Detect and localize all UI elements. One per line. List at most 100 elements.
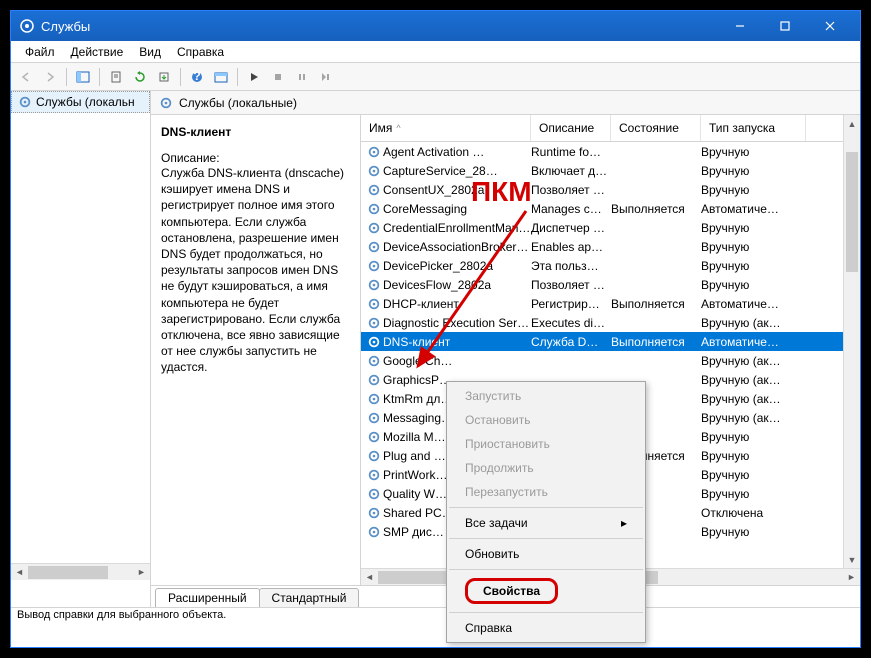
tab-standard[interactable]: Стандартный — [259, 588, 360, 607]
cell-desc: Эта польз… — [531, 259, 611, 273]
cell-state: Выполняется — [611, 335, 701, 349]
cell-start: Вручную (ак… — [701, 392, 806, 406]
menubar: Файл Действие Вид Справка — [11, 41, 860, 63]
cell-start: Вручную (ак… — [701, 316, 806, 330]
cell-desc: Enables ap… — [531, 240, 611, 254]
vertical-scrollbar[interactable]: ▲ ▼ — [843, 115, 860, 568]
col-desc[interactable]: Описание — [531, 115, 611, 141]
tab-extended[interactable]: Расширенный — [155, 588, 260, 607]
ctx-properties[interactable]: Свойства — [447, 573, 645, 609]
gear-icon — [365, 411, 383, 425]
cell-name: DHCP-клиент — [383, 297, 531, 311]
cell-desc: Manages c… — [531, 202, 611, 216]
ctx-help[interactable]: Справка — [447, 616, 645, 640]
menu-file[interactable]: Файл — [17, 43, 63, 61]
explorer-toolbtn[interactable] — [210, 66, 232, 88]
cell-name: Diagnostic Execution Service — [383, 316, 531, 330]
maximize-button[interactable] — [762, 11, 807, 41]
service-row[interactable]: DNS-клиентСлужба D…ВыполняетсяАвтоматиче… — [361, 332, 843, 351]
service-row[interactable]: CoreMessagingManages c…ВыполняетсяАвтома… — [361, 199, 843, 218]
description-text: Служба DNS-клиента (dnscache) кэширует и… — [161, 165, 350, 375]
gear-icon — [365, 354, 383, 368]
gear-icon — [365, 297, 383, 311]
service-row[interactable]: DeviceAssociationBroker_28…Enables ap…Вр… — [361, 237, 843, 256]
left-hscroll[interactable]: ◄► — [11, 563, 150, 580]
minimize-button[interactable] — [717, 11, 762, 41]
gear-icon — [365, 392, 383, 406]
gear-icon — [159, 96, 173, 110]
cell-start: Вручную — [701, 449, 806, 463]
gear-icon — [365, 487, 383, 501]
pause-toolbtn — [291, 66, 313, 88]
service-row[interactable]: DevicePicker_2802aЭта польз…Вручную — [361, 256, 843, 275]
scroll-up-icon[interactable]: ▲ — [844, 115, 860, 132]
panel-title: Службы (локальные) — [179, 96, 297, 110]
help-toolbtn[interactable]: ? — [186, 66, 208, 88]
sort-indicator-icon: ^ — [396, 123, 400, 133]
menu-action[interactable]: Действие — [63, 43, 132, 61]
cell-name: CredentialEnrollmentMana… — [383, 221, 531, 235]
cell-start: Вручную (ак… — [701, 354, 806, 368]
cell-start: Вручную — [701, 164, 806, 178]
menu-help[interactable]: Справка — [169, 43, 232, 61]
cell-desc: Включает д… — [531, 164, 611, 178]
tree-root-services[interactable]: Службы (локальн — [11, 91, 150, 113]
gear-icon — [365, 373, 383, 387]
close-button[interactable] — [807, 11, 852, 41]
gear-icon — [365, 259, 383, 273]
cell-desc: Runtime fo… — [531, 145, 611, 159]
ctx-refresh[interactable]: Обновить — [447, 542, 645, 566]
gear-icon — [365, 525, 383, 539]
cell-start: Вручную — [701, 183, 806, 197]
titlebar[interactable]: Службы — [11, 11, 860, 41]
refresh-toolbtn[interactable] — [129, 66, 151, 88]
show-hide-button[interactable] — [72, 66, 94, 88]
cell-state: Выполняется — [611, 297, 701, 311]
properties-toolbtn[interactable] — [105, 66, 127, 88]
service-row[interactable]: Diagnostic Execution ServiceExecutes di…… — [361, 313, 843, 332]
ctx-start: Запустить — [447, 384, 645, 408]
cell-start: Вручную — [701, 278, 806, 292]
start-toolbtn[interactable] — [243, 66, 265, 88]
toolbar: ? — [11, 63, 860, 91]
cell-start: Отключена — [701, 506, 806, 520]
cell-desc: Регистрир… — [531, 297, 611, 311]
stop-toolbtn — [267, 66, 289, 88]
col-name[interactable]: Имя^ — [361, 115, 531, 141]
status-bar: Вывод справки для выбранного объекта. — [11, 607, 860, 625]
ctx-alltasks[interactable]: Все задачи▸ — [447, 511, 645, 535]
gear-icon — [365, 164, 383, 178]
annotation-label: ПКМ — [471, 176, 532, 208]
gear-icon — [19, 18, 35, 34]
cell-name: DNS-клиент — [383, 335, 531, 349]
service-row[interactable]: CredentialEnrollmentMana…Диспетчер …Вруч… — [361, 218, 843, 237]
chevron-right-icon: ▸ — [621, 516, 627, 530]
gear-icon — [365, 202, 383, 216]
ctx-resume: Продолжить — [447, 456, 645, 480]
back-button — [15, 66, 37, 88]
export-toolbtn[interactable] — [153, 66, 175, 88]
scroll-down-icon[interactable]: ▼ — [844, 551, 860, 568]
gear-icon — [365, 183, 383, 197]
description-panel: DNS-клиент Описание: Служба DNS-клиента … — [151, 115, 361, 585]
navigation-tree[interactable]: Службы (локальн ◄► — [11, 91, 151, 607]
service-row[interactable]: ConsentUX_2802aПозволяет …Вручную — [361, 180, 843, 199]
gear-icon — [365, 430, 383, 444]
gear-icon — [365, 221, 383, 235]
cell-name: Agent Activation … — [383, 145, 531, 159]
service-row[interactable]: DHCP-клиентРегистрир…ВыполняетсяАвтомати… — [361, 294, 843, 313]
context-menu: Запустить Остановить Приостановить Продо… — [446, 381, 646, 643]
cell-start: Вручную — [701, 430, 806, 444]
service-row[interactable]: DevicesFlow_2802aПозволяет …Вручную — [361, 275, 843, 294]
panel-header: Службы (локальные) — [151, 91, 860, 115]
scroll-thumb[interactable] — [846, 152, 858, 272]
service-row[interactable]: Google Ch…Вручную (ак… — [361, 351, 843, 370]
column-headers[interactable]: Имя^ Описание Состояние Тип запуска — [361, 115, 843, 142]
col-state[interactable]: Состояние — [611, 115, 701, 141]
service-row[interactable]: Agent Activation …Runtime fo…Вручную — [361, 142, 843, 161]
service-row[interactable]: CaptureService_28…Включает д…Вручную — [361, 161, 843, 180]
cell-start: Автоматиче… — [701, 297, 806, 311]
menu-view[interactable]: Вид — [131, 43, 169, 61]
col-start[interactable]: Тип запуска — [701, 115, 806, 141]
gear-icon — [365, 468, 383, 482]
